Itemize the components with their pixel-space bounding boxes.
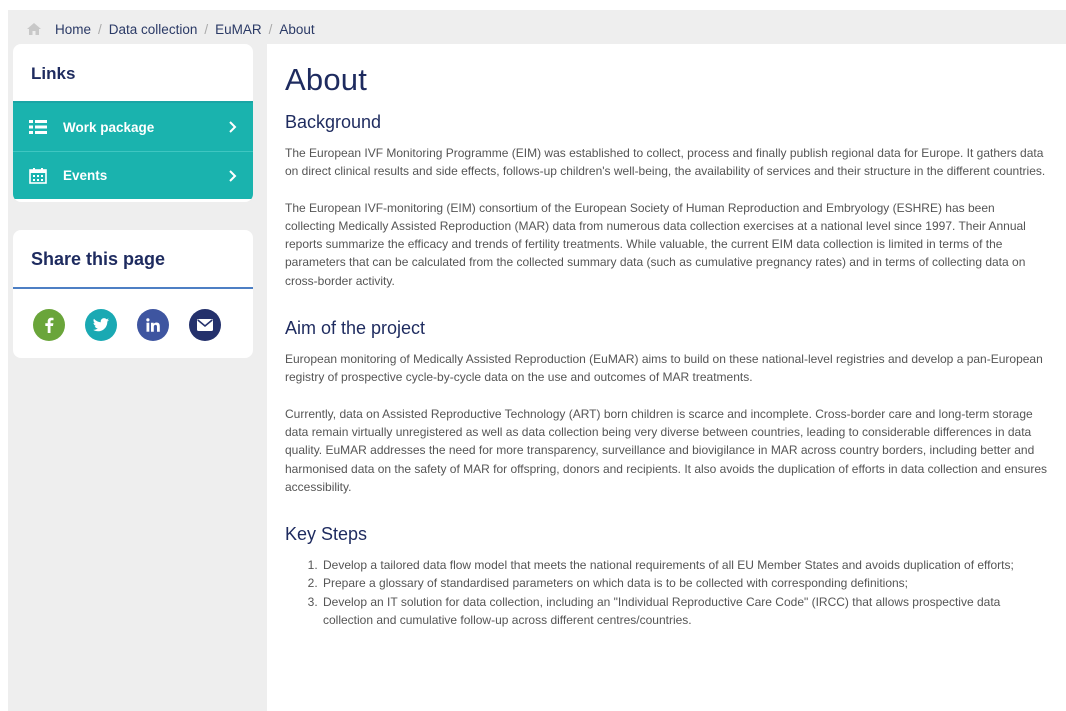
- main-content: About Background The European IVF Monito…: [267, 44, 1066, 711]
- facebook-icon[interactable]: [33, 309, 65, 341]
- home-icon[interactable]: [26, 22, 42, 36]
- breadcrumb-eumar[interactable]: EuMAR: [215, 22, 262, 37]
- list-icon: [29, 120, 47, 134]
- breadcrumb-data-collection[interactable]: Data collection: [109, 22, 198, 37]
- sidebar-item-events[interactable]: Events: [13, 151, 253, 199]
- linkedin-icon[interactable]: [137, 309, 169, 341]
- links-title: Links: [13, 44, 253, 103]
- breadcrumb-separator: /: [98, 21, 102, 37]
- section-heading-background: Background: [285, 112, 382, 132]
- email-icon[interactable]: [189, 309, 221, 341]
- breadcrumb: Home / Data collection / EuMAR / About: [26, 18, 315, 40]
- key-steps-list: Develop a tailored data flow model that …: [285, 556, 1048, 629]
- page-title: About: [285, 62, 368, 97]
- breadcrumb-current: About: [279, 21, 315, 37]
- breadcrumb-separator: /: [204, 21, 209, 37]
- page-background: Home / Data collection / EuMAR / About L…: [8, 10, 1066, 711]
- section-heading-key-steps: Key Steps: [285, 524, 368, 545]
- sidebar-item-label: Events: [63, 168, 108, 183]
- paragraph: The European IVF Monitoring Programme (E…: [285, 146, 1046, 179]
- twitter-icon[interactable]: [85, 309, 117, 341]
- paragraph: Currently, data on Assisted Reproductive…: [285, 406, 1048, 494]
- list-item: Develop an IT solution for data collecti…: [321, 593, 1048, 630]
- list-item: Prepare a glossary of standardised param…: [321, 574, 1048, 592]
- chevron-right-icon: [229, 169, 237, 182]
- breadcrumb-home[interactable]: Home: [55, 22, 91, 37]
- paragraph: The European IVF-monitoring (EIM) consor…: [285, 200, 1026, 288]
- section-heading-aim: Aim of the project: [285, 318, 426, 339]
- calendar-icon: [29, 167, 47, 184]
- sidebar-item-label: Work package: [63, 119, 155, 135]
- share-title: Share this page: [13, 230, 253, 289]
- links-panel: Links Work package Events: [13, 44, 253, 202]
- paragraph: European monitoring of Medically Assiste…: [285, 352, 1043, 385]
- share-buttons: [13, 289, 253, 341]
- share-panel: Share this page: [13, 230, 253, 358]
- list-item: Develop a tailored data flow model that …: [321, 556, 1048, 574]
- breadcrumb-separator: /: [268, 21, 273, 37]
- sidebar-item-work-package[interactable]: Work package: [13, 103, 253, 151]
- chevron-right-icon: [229, 121, 237, 133]
